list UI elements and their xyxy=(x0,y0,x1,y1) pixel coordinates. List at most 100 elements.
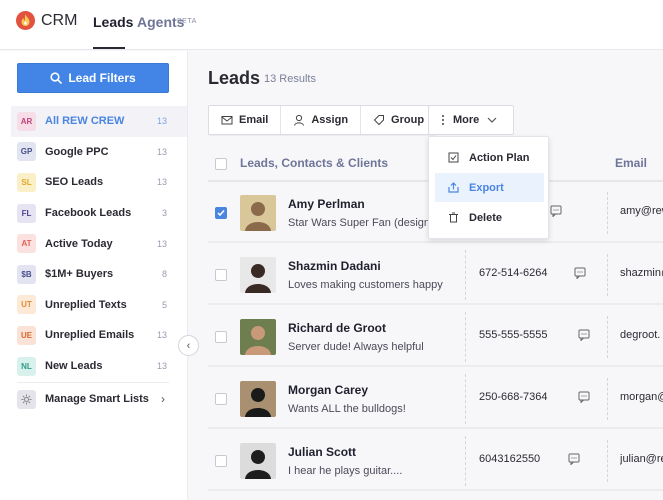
email-button-label: Email xyxy=(239,114,269,126)
sidebar-item-label: Active Today xyxy=(45,237,113,250)
page-title: Leads xyxy=(208,68,261,88)
lead-note: Wants ALL the bulldogs! xyxy=(288,403,406,415)
sidebar-item[interactable]: UE Unreplied Emails 13 xyxy=(11,320,187,351)
smart-list: AR All REW CREW 13 GP Google PPC 13 SL SEO Lead… xyxy=(11,106,187,414)
sidebar-item[interactable]: $B $1M+ Buyers 8 xyxy=(11,259,187,290)
lead-name[interactable]: Julian Scott xyxy=(288,445,356,459)
lead-email[interactable]: degroot. xyxy=(620,329,663,341)
list-badge: FL xyxy=(17,203,36,223)
manage-smart-lists-label: Manage Smart Lists xyxy=(45,393,149,406)
export-icon xyxy=(448,182,459,193)
nav-tab-leads[interactable]: Leads xyxy=(93,14,133,30)
row-checkbox[interactable] xyxy=(215,331,227,343)
sidebar-item-label: Facebook Leads xyxy=(45,207,132,220)
table-row[interactable]: Richard de Groot Server dude! Always help… xyxy=(208,306,663,367)
assign-user-icon xyxy=(294,114,305,126)
sidebar-item-count: 13 xyxy=(156,146,167,157)
table-row[interactable]: Shazmin Dadani Loves making customers hap… xyxy=(208,244,663,305)
lead-name[interactable]: Richard de Groot xyxy=(288,321,386,335)
lead-phone[interactable]: 672-514-6264 xyxy=(479,267,548,279)
menu-item-delete[interactable]: Delete xyxy=(435,203,544,232)
sidebar-item[interactable]: NL New Leads 13 xyxy=(11,351,187,382)
tag-icon xyxy=(373,115,385,126)
email-button[interactable]: Email xyxy=(209,106,282,134)
avatar[interactable] xyxy=(240,443,276,479)
manage-smart-lists[interactable]: Manage Smart Lists › xyxy=(11,384,187,414)
sidebar-item-label: Unreplied Emails xyxy=(45,329,135,342)
text-message-icon[interactable] xyxy=(574,267,586,279)
gear-icon xyxy=(17,389,36,409)
lead-note: Star Wars Super Fan (designer) xyxy=(288,217,444,229)
row-checkbox[interactable] xyxy=(215,207,227,219)
lead-email[interactable]: morgan@ xyxy=(620,391,663,403)
text-message-icon[interactable] xyxy=(550,205,562,217)
sidebar: Lead Filters AR All REW CREW 13 GP Google PP… xyxy=(0,51,188,500)
avatar[interactable] xyxy=(240,319,276,355)
sidebar-item[interactable]: GP Google PPC 13 xyxy=(11,137,187,168)
sidebar-item-label: SEO Leads xyxy=(45,176,104,189)
sidebar-item[interactable]: FL Facebook Leads 3 xyxy=(11,198,187,229)
results-count: 13 Results xyxy=(264,73,316,85)
sidebar-item[interactable]: UT Unreplied Texts 5 xyxy=(11,290,187,321)
column-divider xyxy=(465,374,466,424)
lead-email[interactable]: shazmin@ xyxy=(620,267,663,279)
select-all-checkbox[interactable] xyxy=(215,158,227,170)
lead-email[interactable]: amy@rew xyxy=(620,205,663,217)
lead-phone[interactable]: 6043162550 xyxy=(479,453,540,465)
column-header-leads[interactable]: Leads, Contacts & Clients xyxy=(240,156,388,170)
app-brand: CRM xyxy=(41,12,78,29)
menu-item-action-plan[interactable]: Action Plan xyxy=(435,143,544,172)
group-button[interactable]: Group xyxy=(361,106,436,134)
row-checkbox[interactable] xyxy=(215,393,227,405)
avatar[interactable] xyxy=(240,195,276,231)
column-divider xyxy=(607,316,608,358)
more-button[interactable]: More xyxy=(428,105,514,135)
avatar[interactable] xyxy=(240,381,276,417)
checkbox-icon xyxy=(448,152,459,163)
assign-button[interactable]: Assign xyxy=(281,106,362,134)
text-message-icon[interactable] xyxy=(568,453,580,465)
main-content: Leads 13 Results Email Assign Group More… xyxy=(189,51,663,500)
table-row[interactable]: Julian Scott I hear he plays guitar.... 60… xyxy=(208,430,663,491)
lead-phone[interactable]: 250-668-7364 xyxy=(479,391,548,403)
sidebar-item[interactable]: SL SEO Leads 13 xyxy=(11,167,187,198)
sidebar-item-count: 8 xyxy=(161,269,167,280)
lead-name[interactable]: Amy Perlman xyxy=(288,197,365,211)
column-divider xyxy=(607,378,608,420)
search-icon xyxy=(50,72,63,84)
assign-button-label: Assign xyxy=(311,114,349,126)
sidebar-item[interactable]: AR All REW CREW 13 xyxy=(11,106,187,137)
lead-note: Loves making customers happy xyxy=(288,279,443,291)
vertical-dots-icon xyxy=(442,115,444,125)
row-checkbox[interactable] xyxy=(215,269,227,281)
lead-name[interactable]: Morgan Carey xyxy=(288,383,368,397)
chevron-down-icon xyxy=(487,117,497,123)
sidebar-item-count: 5 xyxy=(161,299,167,310)
lead-filters-button[interactable]: Lead Filters xyxy=(17,63,169,93)
table-row[interactable]: Morgan Carey Wants ALL the bulldogs! 250-6… xyxy=(208,368,663,429)
text-message-icon[interactable] xyxy=(578,391,590,403)
lead-name[interactable]: Shazmin Dadani xyxy=(288,259,381,273)
list-badge: AR xyxy=(17,111,36,131)
list-badge: NL xyxy=(17,356,36,376)
lead-email[interactable]: julian@re xyxy=(620,453,663,465)
column-divider xyxy=(465,436,466,486)
text-message-icon[interactable] xyxy=(578,329,590,341)
sidebar-item[interactable]: AT Active Today 13 xyxy=(11,228,187,259)
column-divider xyxy=(607,440,608,482)
avatar[interactable] xyxy=(240,257,276,293)
lead-phone[interactable]: 555-555-5555 xyxy=(479,329,548,341)
trash-icon xyxy=(449,212,458,223)
sidebar-item-label: Google PPC xyxy=(45,145,109,158)
list-badge: AT xyxy=(17,234,36,254)
sidebar-item-label: Unreplied Texts xyxy=(45,298,127,311)
column-header-email[interactable]: Email xyxy=(615,156,647,170)
sidebar-item-count: 13 xyxy=(156,330,167,341)
list-badge: SL xyxy=(17,172,36,192)
list-badge: UT xyxy=(17,295,36,315)
chevron-right-icon: › xyxy=(161,392,165,407)
row-checkbox[interactable] xyxy=(215,455,227,467)
list-badge: $B xyxy=(17,264,36,284)
column-divider xyxy=(607,192,608,234)
menu-item-export[interactable]: Export xyxy=(435,173,544,202)
